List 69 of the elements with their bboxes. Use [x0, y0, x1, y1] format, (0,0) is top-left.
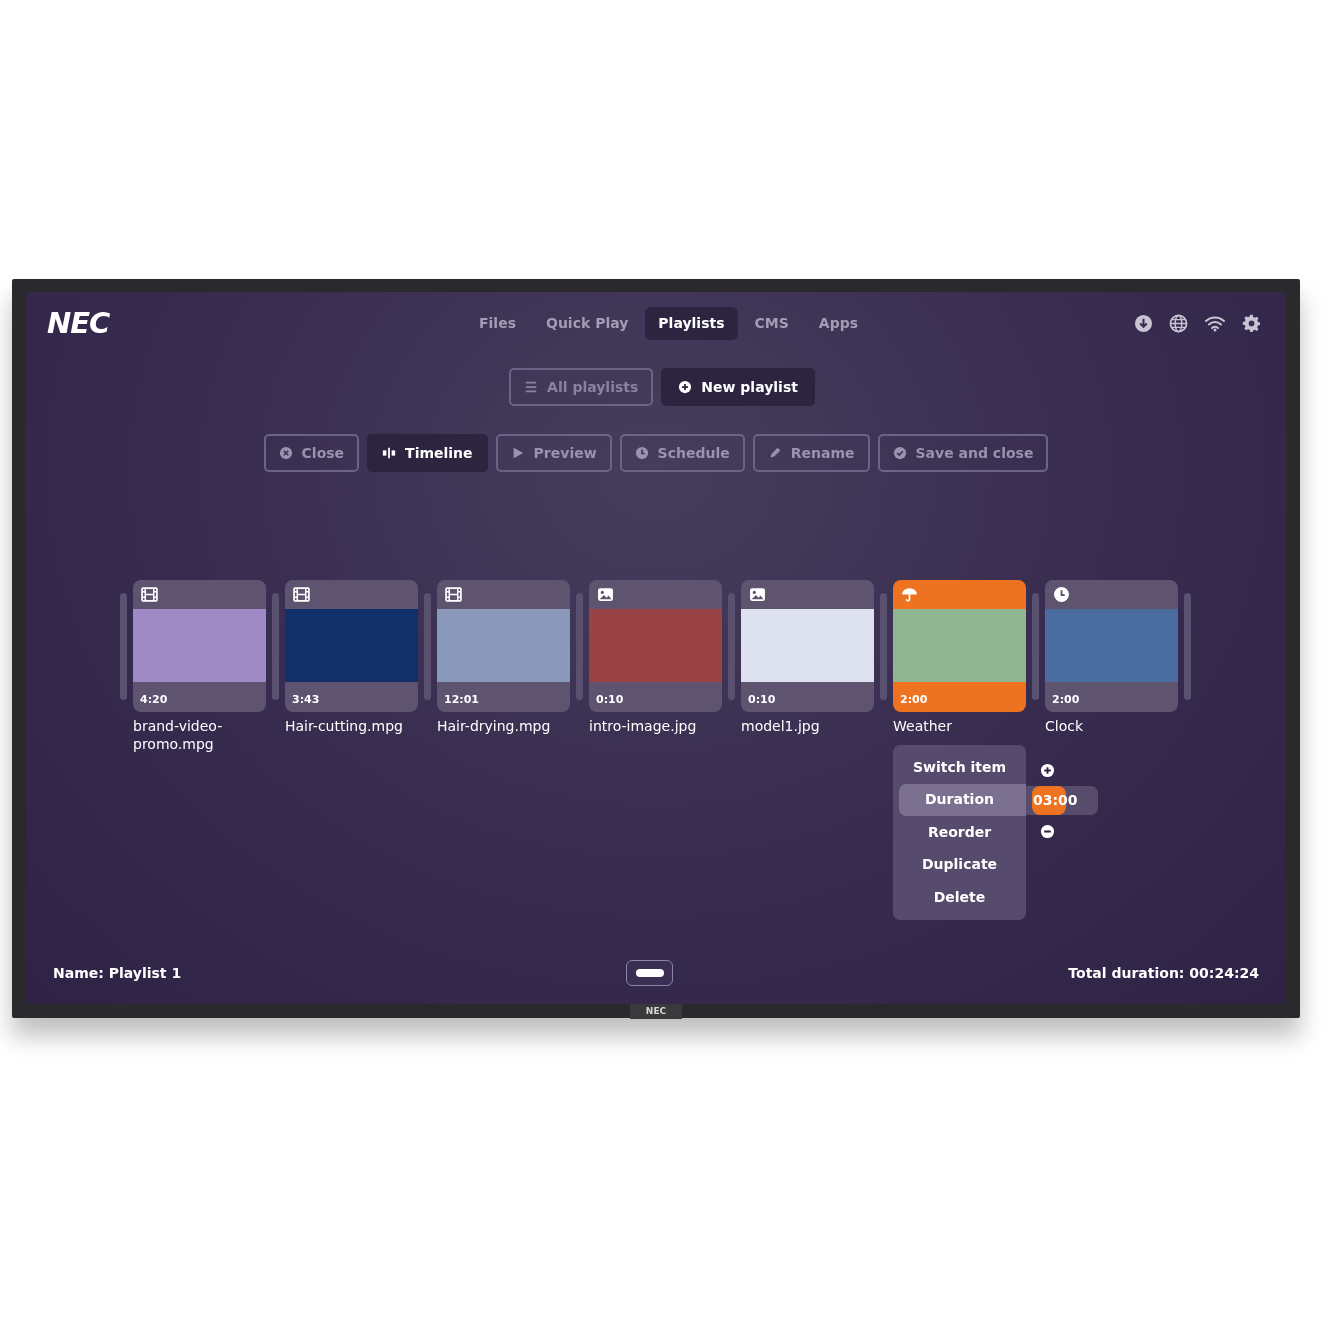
item-name: Weather	[893, 717, 953, 735]
item-duration: 2:00	[900, 691, 928, 708]
insert-slot[interactable]	[272, 593, 279, 700]
playlist-button[interactable]: New playlist	[661, 368, 815, 406]
item-name: model1.jpg	[741, 717, 821, 735]
item-name: brand-video-promo.mpg	[133, 717, 224, 753]
settings-icon[interactable]	[1242, 313, 1261, 333]
wifi-icon[interactable]	[1204, 314, 1226, 332]
total-duration: Total duration: 00:24:24	[1068, 963, 1259, 983]
film-icon	[141, 586, 158, 603]
menu-item[interactable]: Reorder	[899, 816, 1026, 849]
toolbar-button[interactable]: Preview	[495, 434, 612, 472]
timeline-icon	[382, 446, 397, 460]
playlist-item-card[interactable]: 3:43	[285, 580, 418, 712]
insert-slot[interactable]	[728, 593, 735, 700]
close-icon	[278, 446, 293, 460]
insert-slot[interactable]	[1032, 593, 1039, 700]
playlist-item-card[interactable]: 2:00	[1045, 580, 1178, 712]
list-icon	[524, 380, 539, 394]
item-duration: 2:00	[1052, 691, 1080, 708]
nav-tab[interactable]: Playlists	[645, 307, 738, 340]
nav-tab[interactable]: Files	[466, 307, 529, 340]
item-duration: 0:10	[596, 691, 624, 708]
insert-slot[interactable]	[576, 593, 583, 700]
playlist-item-card[interactable]: 12:01	[437, 580, 570, 712]
item-name: Clock	[1045, 717, 1085, 735]
film-icon	[293, 586, 310, 603]
bezel-logo: NEC	[630, 1004, 682, 1019]
item-duration: 3:43	[292, 691, 320, 708]
globe-icon[interactable]	[1169, 313, 1188, 333]
toolbar-button[interactable]: Timeline	[367, 434, 488, 472]
insert-slot[interactable]	[120, 593, 127, 700]
playlist-name: Name: Playlist 1	[53, 963, 182, 983]
item-duration: 0:10	[748, 691, 776, 708]
logo: NEC	[47, 308, 110, 338]
film-icon	[445, 586, 462, 603]
clock-icon	[1053, 586, 1070, 603]
add-icon	[678, 380, 693, 394]
toolbar-button[interactable]: Close	[263, 434, 360, 472]
nav-tab[interactable]: Quick Play	[533, 307, 642, 340]
playlist-item-card[interactable]: 0:10	[589, 580, 722, 712]
toolbar-button[interactable]: Save and close	[877, 434, 1049, 472]
item-duration: 12:01	[444, 691, 479, 708]
toolbar-button[interactable]: Schedule	[619, 434, 745, 472]
increase-icon[interactable]	[1040, 762, 1055, 778]
home-button[interactable]	[626, 960, 674, 986]
image-icon	[597, 586, 614, 603]
menu-item[interactable]: Duplicate	[899, 848, 1026, 881]
item-duration: 4:20	[140, 691, 168, 708]
umbrella-icon	[901, 586, 918, 603]
nav-tab[interactable]: CMS	[741, 307, 802, 340]
clock-icon	[634, 446, 649, 460]
image-icon	[749, 586, 766, 603]
menu-item[interactable]: Delete	[899, 881, 1026, 914]
insert-slot[interactable]	[424, 593, 431, 700]
nav-tab[interactable]: Apps	[805, 307, 872, 340]
download-icon[interactable]	[1134, 313, 1153, 333]
decrease-icon[interactable]	[1040, 823, 1055, 839]
item-name: Hair-cutting.mpg	[285, 717, 404, 735]
insert-slot[interactable]	[1184, 593, 1191, 700]
menu-item[interactable]: Duration	[899, 783, 1026, 816]
insert-slot[interactable]	[880, 593, 887, 700]
check-icon	[892, 446, 907, 460]
playlist-item-card[interactable]: 4:20	[133, 580, 266, 712]
item-name: intro-image.jpg	[589, 717, 698, 735]
playlist-item-card[interactable]: 0:10	[741, 580, 874, 712]
menu-item[interactable]: Switch item	[899, 751, 1026, 784]
item-name: Hair-drying.mpg	[437, 717, 552, 735]
toolbar-button[interactable]: Rename	[752, 434, 870, 472]
